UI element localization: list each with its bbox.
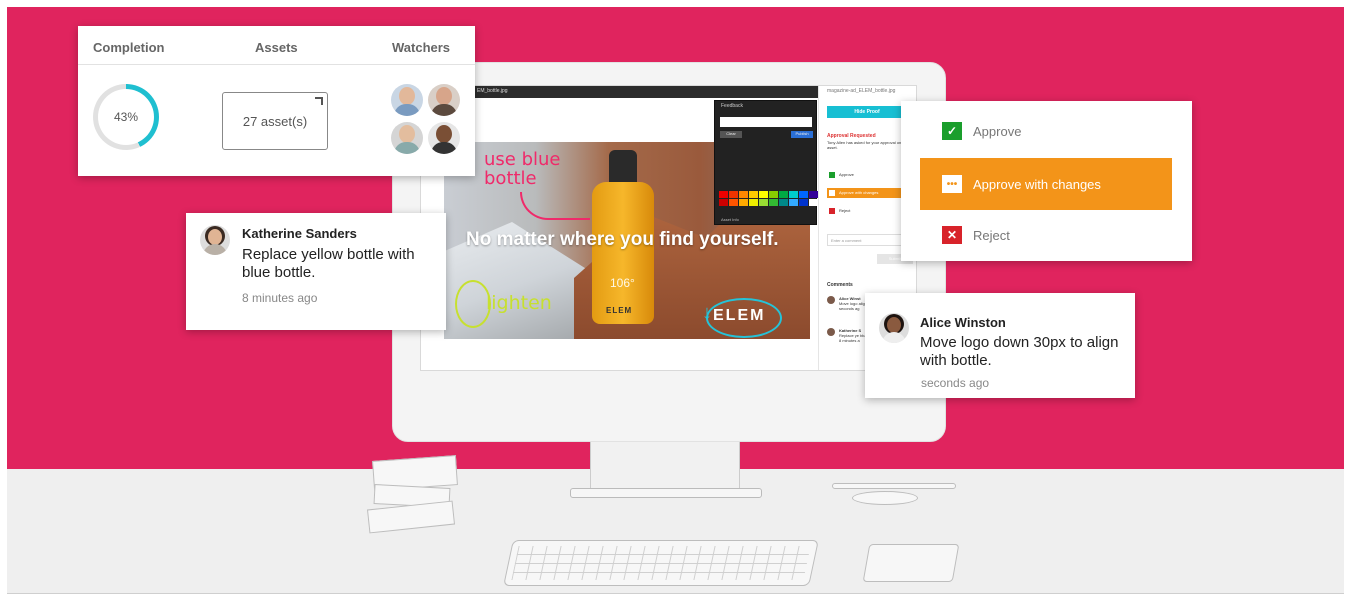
avatar (200, 225, 230, 255)
side-comment-input[interactable]: Enter a comment (827, 234, 907, 246)
avatar (879, 313, 909, 343)
assets-count: 27 asset(s) (242, 113, 308, 129)
stats-divider (78, 64, 475, 65)
side-reject-option[interactable]: Reject (827, 206, 907, 216)
hide-proof-button[interactable]: Hide Proof (827, 106, 907, 118)
checkmark-icon: ✓ (942, 122, 962, 140)
monitor-base (570, 488, 762, 498)
comment-author: Alice Winston (920, 315, 1006, 330)
frame-bottom-line (7, 593, 1344, 594)
comment-author: Katherine Sanders (242, 226, 357, 241)
watcher-avatar[interactable] (391, 122, 423, 154)
bottle (592, 182, 654, 324)
watcher-avatar[interactable] (428, 122, 460, 154)
publish-button[interactable]: Publish (791, 131, 813, 138)
assets-count-box[interactable]: 27 asset(s) (222, 92, 328, 150)
bottle-brand: ELEM (606, 306, 633, 315)
side-approve-option[interactable]: Approve (827, 170, 907, 180)
comment-time: seconds ago (921, 376, 990, 390)
approve-with-changes-option[interactable]: ••• Approve with changes (920, 158, 1172, 210)
viewer-file-name: EM_bottle.jpg (477, 88, 508, 94)
watchers-header: Watchers (392, 40, 451, 55)
feedback-input[interactable] (720, 117, 812, 127)
keyboard-sketch (503, 540, 819, 586)
completion-header: Completion (93, 40, 165, 55)
stylus-sketch (832, 483, 956, 489)
bottle-temperature: 106° (610, 276, 635, 290)
proof-brand-logo: ELEM (713, 307, 766, 324)
annotation-use-blue-bottle[interactable]: use blue bottle (484, 150, 574, 188)
comment-card-katherine[interactable]: Katherine Sanders Replace yellow bottle … (186, 213, 446, 330)
assets-header: Assets (255, 40, 298, 55)
bottle-cap (609, 150, 637, 184)
proof-headline: No matter where you find yourself. (466, 229, 779, 250)
asset-info-toggle[interactable]: Asset Info (721, 217, 739, 222)
watcher-avatar[interactable] (428, 84, 460, 116)
corner-icon (315, 97, 323, 105)
tablet-sketch (862, 544, 960, 582)
approval-menu: ✓ Approve ••• Approve with changes ✕ Rej… (901, 101, 1192, 261)
watcher-avatar[interactable] (391, 84, 423, 116)
completion-ring: 43% (93, 84, 159, 150)
comment-text: Replace yellow bottle with blue bottle. (242, 246, 415, 281)
monitor-neck (590, 442, 740, 490)
color-palette[interactable] (719, 191, 818, 206)
side-approve-with-changes-option[interactable]: Approve with changes (827, 188, 907, 198)
feedback-panel: Feedback Clear Publish Asset Info (714, 100, 818, 225)
avatar (827, 328, 835, 336)
comment-time: 8 minutes ago (242, 291, 318, 305)
approval-requested-heading: Approval Requested (827, 133, 876, 139)
stylus-holder-sketch (852, 491, 918, 505)
side-comments-title: Comments (827, 282, 853, 288)
approve-option[interactable]: ✓ Approve (920, 105, 1172, 157)
annotation-lighten[interactable]: lighten (486, 292, 552, 314)
comment-text: Move logo down 30px to align with bottle… (920, 334, 1119, 369)
stats-card: Completion Assets Watchers 43% 27 asset(… (78, 26, 475, 176)
completion-value: 43% (98, 89, 154, 145)
reject-option[interactable]: ✕ Reject (920, 209, 1172, 261)
comment-card-alice[interactable]: Alice Winston Move logo down 30px to ali… (865, 293, 1135, 398)
x-icon: ✕ (942, 226, 962, 244)
hero-illustration: EM_bottle.jpg 106° ELEM No matter where … (0, 0, 1351, 601)
down-arrow-icon: ↓ (702, 302, 712, 324)
avatar (827, 296, 835, 304)
clear-button[interactable]: Clear (720, 131, 742, 138)
ellipsis-icon: ••• (942, 175, 962, 193)
feedback-title: Feedback (721, 103, 743, 109)
side-file-name: magazine-ad_ELEM_bottle.jpg (827, 88, 896, 94)
